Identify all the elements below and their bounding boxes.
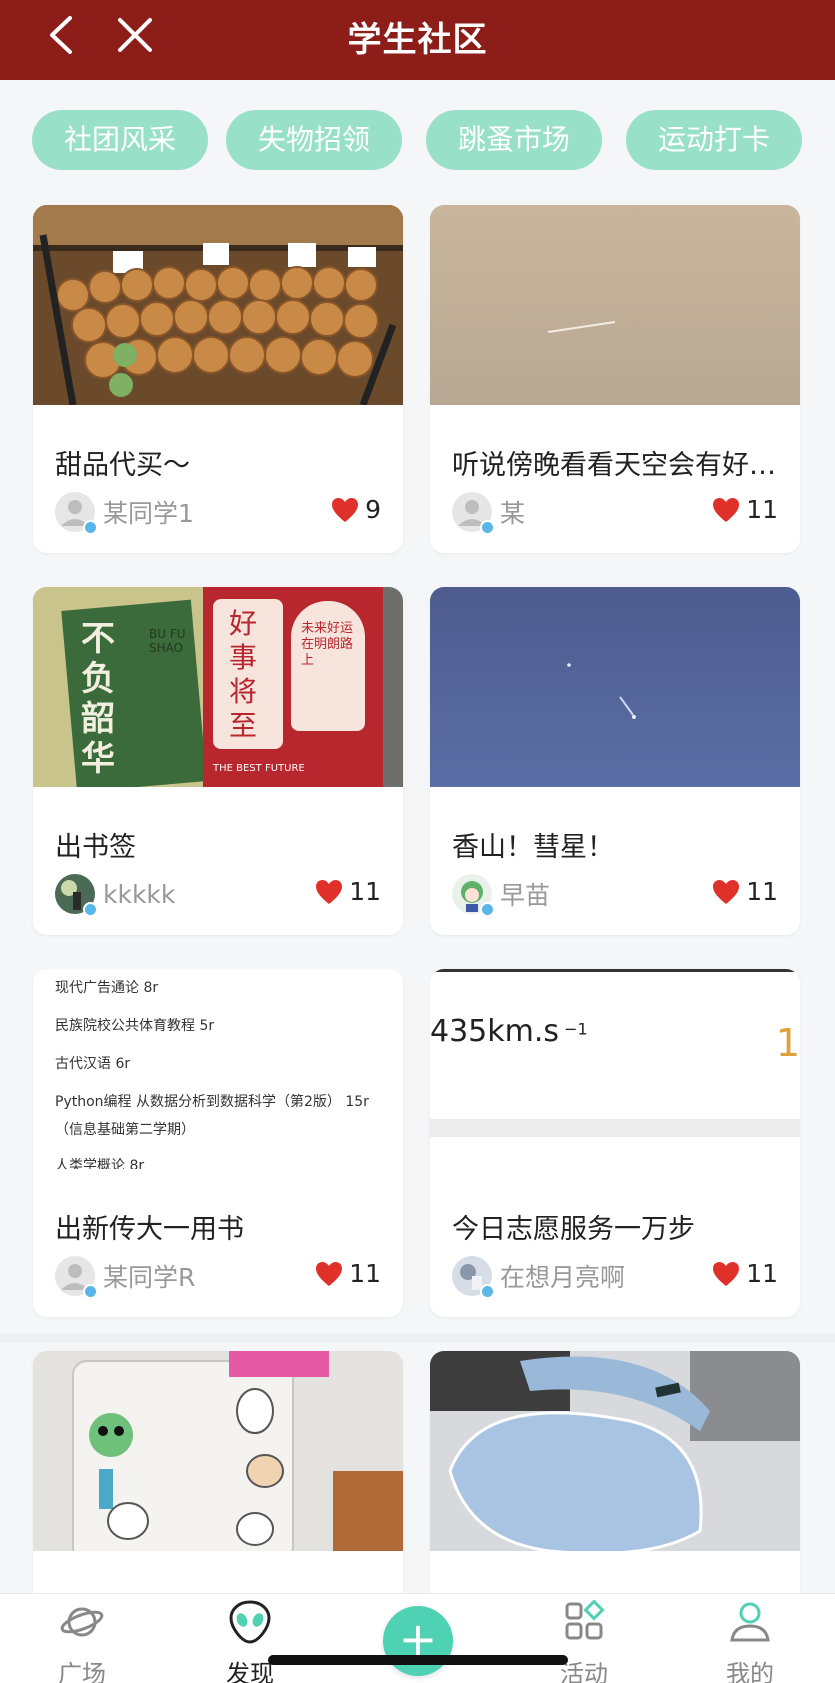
booklist-line: 现代广告通论 8r xyxy=(55,980,159,996)
avatar xyxy=(55,492,98,535)
post-card[interactable]: 435km.s −1 1 今日志愿服务一万步 在想月亮啊 11 xyxy=(430,969,800,1317)
post-title: 今日志愿服务一万步 xyxy=(452,1214,695,1245)
bookmark-left-text: 不负韶华 xyxy=(81,619,115,779)
post-title: 出书签 xyxy=(55,832,136,863)
step-number: 1 xyxy=(775,1021,800,1065)
apps-grid-icon xyxy=(565,1599,605,1640)
heart-icon xyxy=(332,497,359,522)
chip-sport-checkin[interactable]: 运动打卡 xyxy=(626,110,802,170)
category-chips: 社团风采 失物招领 跳蚤市场 运动打卡 xyxy=(32,110,804,170)
post-card[interactable]: 现代广告通论 8r 民族院校公共体育教程 5r 古代汉语 6r Python编程… xyxy=(33,969,403,1317)
chip-lost-found[interactable]: 失物招领 xyxy=(226,110,402,170)
nav-activity[interactable]: 活动 xyxy=(534,1599,634,1683)
avatar xyxy=(55,874,98,917)
avatar xyxy=(452,1256,495,1299)
nav-mine[interactable]: 我的 xyxy=(700,1600,800,1683)
author-name: 某 xyxy=(500,499,526,528)
like-button[interactable]: 9 xyxy=(331,495,381,524)
author-name: 某同学R xyxy=(103,1263,196,1292)
booklist-line: 古代汉语 6r xyxy=(55,1056,131,1072)
avatar xyxy=(452,874,495,917)
post-title: 香山！彗星！ xyxy=(452,832,614,863)
speed-exp: −1 xyxy=(564,1019,588,1039)
section-divider xyxy=(0,1333,835,1343)
nav-discover[interactable]: 发现 xyxy=(200,1600,300,1683)
home-indicator xyxy=(268,1655,568,1665)
post-image-steps: 435km.s −1 1 xyxy=(430,969,800,1169)
nav-label: 广场 xyxy=(58,1660,106,1683)
page-title: 学生社区 xyxy=(347,20,488,60)
verified-badge-icon xyxy=(83,520,98,535)
post-image-comet xyxy=(430,587,800,787)
chip-club[interactable]: 社团风采 xyxy=(32,110,208,170)
like-count: 9 xyxy=(365,495,381,524)
heart-icon xyxy=(713,879,740,904)
author-name: 在想月亮啊 xyxy=(500,1263,626,1292)
post-author: 某 xyxy=(452,491,526,535)
nav-label: 我的 xyxy=(726,1660,774,1683)
author-name: 某同学1 xyxy=(103,499,194,528)
verified-badge-icon xyxy=(480,1284,495,1299)
bookmark-left-small: BU FU SHAO xyxy=(149,627,186,655)
chip-flea-market[interactable]: 跳蚤市场 xyxy=(426,110,602,170)
booklist-line: 民族院校公共体育教程 5r xyxy=(55,1018,215,1034)
like-count: 11 xyxy=(746,495,778,524)
post-title: 听说傍晚看看天空会有好… xyxy=(452,450,776,481)
like-count: 11 xyxy=(746,1259,778,1288)
author-name: kkkkk xyxy=(103,879,176,909)
like-button[interactable]: 11 xyxy=(315,877,381,906)
heart-icon xyxy=(713,497,740,522)
post-image-phone-case xyxy=(33,1351,403,1551)
bookmark-right-en: THE BEST FUTURE xyxy=(213,763,305,774)
booklist-line: （信息基础第二学期） xyxy=(55,1122,195,1138)
post-card[interactable]: 不负韶华 BU FU SHAO 好事将至 未来好运在明朗路上 THE BEST … xyxy=(33,587,403,935)
post-author: 某同学R xyxy=(55,1255,196,1299)
like-count: 11 xyxy=(349,877,381,906)
verified-badge-icon xyxy=(480,902,495,917)
like-count: 11 xyxy=(349,1259,381,1288)
like-count: 11 xyxy=(746,877,778,906)
author-name: 早苗 xyxy=(500,881,551,910)
avatar xyxy=(55,1256,98,1299)
post-image-bakery xyxy=(33,205,403,405)
planet-icon xyxy=(60,1607,104,1637)
post-card[interactable]: 香山！彗星！ 早苗 11 xyxy=(430,587,800,935)
verified-badge-icon xyxy=(83,902,98,917)
bookmark-right-small: 未来好运在明朗路上 xyxy=(301,621,354,668)
user-profile-icon xyxy=(730,1602,770,1642)
speed-text: 435km.s xyxy=(430,1014,560,1049)
like-button[interactable]: 11 xyxy=(315,1259,381,1288)
post-image-bookmarks: 不负韶华 BU FU SHAO 好事将至 未来好运在明朗路上 THE BEST … xyxy=(33,587,403,787)
post-image-booklist: 现代广告通论 8r 民族院校公共体育教程 5r 古代汉语 6r Python编程… xyxy=(33,969,403,1169)
like-button[interactable]: 11 xyxy=(712,495,778,524)
post-image-sky xyxy=(430,205,800,405)
booklist-line: 人类学概论 8r xyxy=(55,1158,145,1169)
add-post-button[interactable]: + xyxy=(383,1606,453,1676)
avatar xyxy=(452,492,495,535)
heart-icon xyxy=(316,1261,343,1286)
post-author: 在想月亮啊 xyxy=(452,1255,626,1299)
post-author: 某同学1 xyxy=(55,491,194,535)
verified-badge-icon xyxy=(480,520,495,535)
post-card[interactable]: 听说傍晚看看天空会有好… 某 11 xyxy=(430,205,800,553)
post-image-sun-visor xyxy=(430,1351,800,1551)
like-button[interactable]: 11 xyxy=(712,1259,778,1288)
post-title: 甜品代买～ xyxy=(55,450,190,481)
heart-icon xyxy=(713,1261,740,1286)
nav-plaza[interactable]: 广场 xyxy=(32,1600,132,1683)
like-button[interactable]: 11 xyxy=(712,877,778,906)
top-bar: 学生社区 xyxy=(0,0,835,80)
bookmark-right-text: 好事将至 xyxy=(229,607,258,742)
post-card[interactable]: 甜品代买～ 某同学1 9 xyxy=(33,205,403,553)
alien-icon xyxy=(229,1600,271,1644)
verified-badge-icon xyxy=(83,1284,98,1299)
post-author: kkkkk xyxy=(55,873,176,917)
bottom-nav: 广场 发现 + 活动 我的 xyxy=(0,1593,835,1683)
post-title: 出新传大一用书 xyxy=(55,1214,244,1245)
booklist-line: Python编程 从数据分析到数据科学（第2版） 15r xyxy=(55,1094,369,1110)
post-author: 早苗 xyxy=(452,873,551,917)
heart-icon xyxy=(316,879,343,904)
